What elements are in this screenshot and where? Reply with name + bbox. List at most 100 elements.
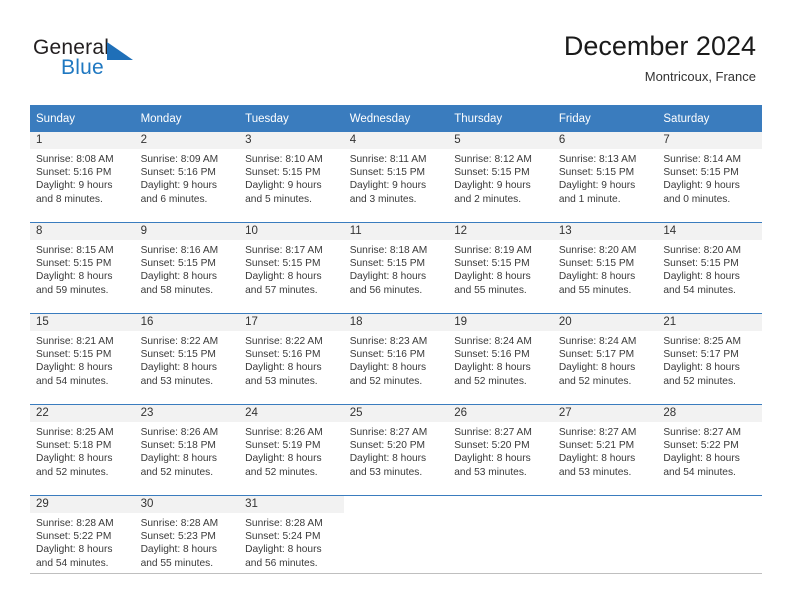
daylight-text-line1: Daylight: 8 hours (245, 544, 322, 556)
sunrise-text: Sunrise: 8:23 AM (349, 336, 428, 347)
sunset-text: Sunset: 5:15 PM (245, 167, 321, 179)
day-number: 24 (239, 405, 344, 422)
day-number: 29 (30, 496, 135, 513)
daylight-text-line2: and 53 minutes. (245, 375, 318, 387)
day-number: 14 (657, 223, 762, 240)
daylight-text-line1: Daylight: 9 hours (140, 180, 218, 192)
day-cell[interactable]: 19 Sunrise: 8:24 AM Sunset: 5:16 PM Dayligh… (448, 313, 553, 405)
day-number: 12 (448, 223, 553, 240)
day-number: 23 (134, 405, 240, 422)
sunrise-text: Sunrise: 8:25 AM (663, 336, 741, 347)
sunrise-text: Sunrise: 8:28 AM (245, 518, 323, 529)
sunset-text: Sunset: 5:20 PM (349, 440, 426, 452)
day-cell[interactable]: 13 Sunrise: 8:20 AM Sunset: 5:15 PM Dayligh… (552, 222, 658, 314)
day-details: Sunrise: 8:09 AM Sunset: 5:16 PM Daylight:… (135, 149, 240, 206)
day-details: Sunrise: 8:22 AM Sunset: 5:15 PM Daylight:… (135, 331, 240, 388)
daylight-text-line1: Daylight: 8 hours (140, 453, 218, 465)
general-blue-logo[interactable]: General Blue (33, 36, 233, 84)
day-details: Sunrise: 8:28 AM Sunset: 5:22 PM Daylight:… (30, 513, 135, 570)
sunset-text: Sunset: 5:15 PM (558, 258, 635, 270)
day-cell[interactable]: 9 Sunrise: 8:16 AM Sunset: 5:15 PM Daylight… (134, 222, 240, 314)
day-number: 11 (343, 223, 449, 240)
sunset-text: Sunset: 5:16 PM (36, 167, 112, 179)
sunset-text: Sunset: 5:15 PM (349, 167, 426, 179)
sunrise-text: Sunrise: 8:24 AM (454, 336, 532, 347)
sunset-text: Sunset: 5:15 PM (663, 167, 739, 179)
daylight-text-line2: and 53 minutes. (454, 466, 527, 478)
daylight-text-line1: Daylight: 8 hours (349, 271, 427, 283)
sunrise-text: Sunrise: 8:28 AM (140, 518, 219, 529)
day-cell[interactable]: 21 Sunrise: 8:25 AM Sunset: 5:17 PM Dayligh… (657, 313, 762, 405)
day-cell[interactable]: 14 Sunrise: 8:20 AM Sunset: 5:15 PM Dayligh… (657, 222, 762, 314)
day-cell[interactable]: 3 Sunrise: 8:10 AM Sunset: 5:15 PM Daylight… (239, 132, 344, 223)
day-number: 22 (30, 405, 135, 422)
daylight-text-line1: Daylight: 8 hours (663, 271, 740, 283)
sunrise-text: Sunrise: 8:27 AM (349, 427, 428, 438)
daylight-text-line1: Daylight: 8 hours (558, 453, 636, 465)
week-row: 15 Sunrise: 8:21 AM Sunset: 5:15 PM Dayligh… (30, 313, 762, 405)
sunrise-text: Sunrise: 8:15 AM (36, 245, 114, 256)
sunset-text: Sunset: 5:19 PM (245, 440, 321, 452)
day-details: Sunrise: 8:20 AM Sunset: 5:15 PM Daylight:… (657, 240, 762, 297)
day-cell[interactable]: 7 Sunrise: 8:14 AM Sunset: 5:15 PM Daylight… (657, 132, 762, 223)
day-cell[interactable]: 8 Sunrise: 8:15 AM Sunset: 5:15 PM Daylight… (30, 222, 135, 314)
weekday-header-monday: Monday (134, 105, 240, 132)
daylight-text-line2: and 5 minutes. (245, 193, 312, 205)
day-cell[interactable]: 6 Sunrise: 8:13 AM Sunset: 5:15 PM Daylight… (552, 132, 658, 223)
day-cell[interactable]: 4 Sunrise: 8:11 AM Sunset: 5:15 PM Daylight… (343, 132, 449, 223)
day-cell[interactable]: 10 Sunrise: 8:17 AM Sunset: 5:15 PM Dayligh… (239, 222, 344, 314)
daylight-text-line1: Daylight: 8 hours (663, 362, 740, 374)
day-number: 8 (30, 223, 135, 240)
day-cell[interactable]: 16 Sunrise: 8:22 AM Sunset: 5:15 PM Dayligh… (134, 313, 240, 405)
day-cell[interactable]: 18 Sunrise: 8:23 AM Sunset: 5:16 PM Dayligh… (343, 313, 449, 405)
day-cell[interactable]: 17 Sunrise: 8:22 AM Sunset: 5:16 PM Dayligh… (239, 313, 344, 405)
day-details: Sunrise: 8:17 AM Sunset: 5:15 PM Daylight:… (239, 240, 344, 297)
sunrise-sunset-calendar: Sunday Monday Tuesday Wednesday Thursday… (30, 105, 762, 586)
day-cell[interactable]: 28 Sunrise: 8:27 AM Sunset: 5:22 PM Dayligh… (657, 404, 762, 496)
day-cell[interactable]: 2 Sunrise: 8:09 AM Sunset: 5:16 PM Daylight… (134, 132, 240, 223)
sunset-text: Sunset: 5:16 PM (349, 349, 426, 361)
day-cell[interactable]: 12 Sunrise: 8:19 AM Sunset: 5:15 PM Dayligh… (448, 222, 553, 314)
day-number: 25 (343, 405, 449, 422)
day-details: Sunrise: 8:23 AM Sunset: 5:16 PM Daylight:… (344, 331, 449, 388)
day-details: Sunrise: 8:28 AM Sunset: 5:23 PM Daylight:… (135, 513, 240, 570)
day-cell[interactable]: 22 Sunrise: 8:25 AM Sunset: 5:18 PM Dayligh… (30, 404, 135, 496)
day-number: 4 (343, 132, 449, 149)
day-cell[interactable]: 25 Sunrise: 8:27 AM Sunset: 5:20 PM Dayligh… (343, 404, 449, 496)
day-cell[interactable]: 24 Sunrise: 8:26 AM Sunset: 5:19 PM Dayligh… (239, 404, 344, 496)
sunset-text: Sunset: 5:15 PM (245, 258, 321, 270)
day-cell[interactable]: 26 Sunrise: 8:27 AM Sunset: 5:20 PM Dayligh… (448, 404, 553, 496)
day-cell[interactable]: 11 Sunrise: 8:18 AM Sunset: 5:15 PM Dayligh… (343, 222, 449, 314)
daylight-text-line2: and 52 minutes. (454, 375, 527, 387)
day-details: Sunrise: 8:20 AM Sunset: 5:15 PM Daylight:… (553, 240, 658, 297)
day-cell[interactable]: 20 Sunrise: 8:24 AM Sunset: 5:17 PM Dayligh… (552, 313, 658, 405)
day-details: Sunrise: 8:26 AM Sunset: 5:19 PM Daylight:… (239, 422, 344, 479)
daylight-text-line1: Daylight: 8 hours (140, 362, 218, 374)
daylight-text-line1: Daylight: 8 hours (454, 271, 531, 283)
day-cell[interactable]: 27 Sunrise: 8:27 AM Sunset: 5:21 PM Dayligh… (552, 404, 658, 496)
daylight-text-line1: Daylight: 9 hours (36, 180, 113, 192)
day-cell[interactable]: 23 Sunrise: 8:26 AM Sunset: 5:18 PM Dayligh… (134, 404, 240, 496)
day-number: 10 (239, 223, 344, 240)
day-number: 6 (552, 132, 658, 149)
daylight-text-line1: Daylight: 8 hours (36, 362, 113, 374)
daylight-text-line2: and 59 minutes. (36, 284, 109, 296)
day-number: 31 (239, 496, 344, 513)
day-details: Sunrise: 8:08 AM Sunset: 5:16 PM Daylight:… (30, 149, 135, 206)
sunrise-text: Sunrise: 8:21 AM (36, 336, 114, 347)
day-details: Sunrise: 8:10 AM Sunset: 5:15 PM Daylight:… (239, 149, 344, 206)
sunrise-text: Sunrise: 8:12 AM (454, 154, 532, 165)
daylight-text-line2: and 55 minutes. (140, 557, 214, 569)
sunrise-text: Sunrise: 8:18 AM (349, 245, 428, 256)
day-cell[interactable]: 15 Sunrise: 8:21 AM Sunset: 5:15 PM Dayligh… (30, 313, 135, 405)
day-cell[interactable]: 1 Sunrise: 8:08 AM Sunset: 5:16 PM Daylight… (30, 132, 135, 223)
bottom-divider (30, 573, 762, 574)
sunset-text: Sunset: 5:15 PM (140, 258, 216, 270)
sunrise-text: Sunrise: 8:17 AM (245, 245, 323, 256)
daylight-text-line1: Daylight: 8 hours (245, 362, 322, 374)
week-row: 8 Sunrise: 8:15 AM Sunset: 5:15 PM Daylight… (30, 222, 762, 314)
day-details: Sunrise: 8:27 AM Sunset: 5:22 PM Daylight:… (657, 422, 762, 479)
sunrise-text: Sunrise: 8:28 AM (36, 518, 114, 529)
weekday-header-sunday: Sunday (30, 105, 135, 132)
day-cell[interactable]: 5 Sunrise: 8:12 AM Sunset: 5:15 PM Daylight… (448, 132, 553, 223)
